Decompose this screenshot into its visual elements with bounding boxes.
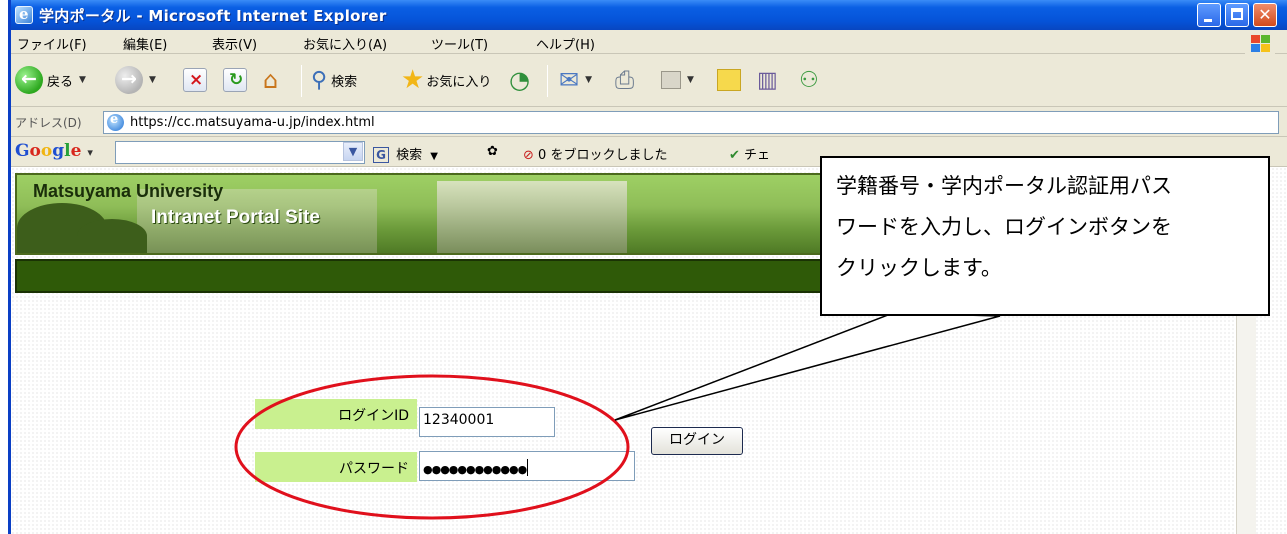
toolbar-separator: [301, 65, 302, 97]
favorites-button[interactable]: ★ お気に入り: [401, 65, 491, 95]
address-bar: アドレス(D) e https://cc.matsuyama-u.jp/inde…: [11, 108, 1287, 137]
stop-icon: ×: [183, 68, 207, 92]
address-url: https://cc.matsuyama-u.jp/index.html: [130, 115, 375, 130]
google-search-label: 検索: [396, 148, 423, 163]
history-icon: ◔: [509, 66, 530, 94]
menu-file[interactable]: ファイル(F): [17, 34, 87, 53]
star-icon: ★: [401, 65, 425, 95]
print-button[interactable]: ⎙: [615, 65, 634, 95]
address-label: アドレス(D): [15, 116, 82, 130]
discuss-button[interactable]: [717, 65, 741, 95]
menu-edit[interactable]: 編集(E): [123, 34, 167, 53]
standard-toolbar: 戻る ▼ ▼ × ↻ ⌂ ⚲ 検索 ★ お気に入り ◔ ✉ ▼ ⎙ ▼ ▥: [11, 55, 1287, 107]
spellcheck-label: チェ: [744, 148, 771, 163]
mail-icon: ✉: [559, 66, 580, 94]
google-search-button[interactable]: G 検索 ▼: [373, 144, 438, 163]
messenger-icon: ⚇: [799, 67, 819, 93]
search-label: 検索: [331, 74, 358, 90]
refresh-button[interactable]: ↻: [223, 65, 247, 95]
google-g-icon: G: [373, 147, 389, 163]
books-icon: ▥: [757, 67, 778, 93]
menu-bar: ファイル(F) 編集(E) 表示(V) お気に入り(A) ツール(T) ヘルプ(…: [11, 30, 1287, 54]
menu-help[interactable]: ヘルプ(H): [536, 34, 595, 53]
chevron-down-icon: ▼: [149, 75, 156, 85]
refresh-icon: ↻: [223, 68, 247, 92]
banner-students-photo: [437, 181, 627, 253]
home-button[interactable]: ⌂: [263, 65, 278, 95]
window-title: 学内ポータル - Microsoft Internet Explorer: [39, 7, 387, 25]
stop-button[interactable]: ×: [183, 65, 207, 95]
callout-line-2: ワードを入力し、ログインボタンを: [836, 215, 1172, 239]
windows-flag-icon: [1245, 32, 1275, 54]
callout-line-3: クリックします。: [836, 256, 1002, 280]
favorites-label: お気に入り: [426, 74, 492, 90]
popup-blocker-button[interactable]: ⊘ 0 をブロックしました: [523, 144, 667, 163]
home-icon: ⌂: [263, 66, 279, 94]
login-id-label: ログインID: [255, 399, 417, 429]
banner-subtitle: Intranet Portal Site: [151, 207, 320, 228]
chevron-down-icon: ▼: [687, 75, 694, 85]
banner-tree: [77, 219, 147, 253]
research-button[interactable]: ▥: [757, 65, 778, 95]
address-input[interactable]: e https://cc.matsuyama-u.jp/index.html: [103, 111, 1279, 134]
title-bar[interactable]: e 学内ポータル - Microsoft Internet Explorer ✕: [11, 0, 1287, 30]
messenger-button[interactable]: ⚇: [799, 65, 819, 95]
google-logo[interactable]: Google ▾: [15, 141, 93, 161]
password-label: パスワード: [255, 452, 417, 482]
google-search-dropdown[interactable]: ▼: [343, 142, 363, 161]
instruction-callout: 学籍番号・学内ポータル認証用パス ワードを入力し、ログインボタンを クリックしま…: [820, 156, 1270, 316]
ie-logo-icon: e: [15, 5, 33, 24]
maximize-button[interactable]: [1225, 3, 1249, 27]
login-id-input[interactable]: 12340001: [419, 407, 555, 437]
forward-button[interactable]: ▼: [115, 65, 156, 95]
toolbar-separator: [547, 65, 548, 97]
back-button[interactable]: 戻る ▼: [15, 65, 86, 95]
chevron-down-icon: ▼: [585, 75, 593, 85]
login-button[interactable]: ログイン: [651, 427, 743, 455]
password-input[interactable]: ●●●●●●●●●●●●: [419, 451, 635, 481]
spellcheck-icon: ✔: [729, 148, 740, 163]
back-arrow-icon: [15, 66, 43, 94]
pagerank-icon[interactable]: ✿: [487, 144, 498, 159]
edit-icon: [661, 71, 681, 89]
history-button[interactable]: ◔: [509, 65, 530, 95]
banner-title: Matsuyama University: [33, 181, 224, 201]
forward-arrow-icon: [115, 66, 143, 94]
ie-page-icon: e: [107, 112, 124, 131]
search-button[interactable]: ⚲ 検索: [311, 65, 357, 95]
spellcheck-button[interactable]: ✔ チェ: [729, 144, 770, 163]
callout-line-1: 学籍番号・学内ポータル認証用パス: [836, 174, 1172, 198]
printer-icon: ⎙: [615, 66, 635, 94]
text-caret: [527, 459, 529, 476]
mail-button[interactable]: ✉ ▼: [559, 65, 592, 95]
close-button[interactable]: ✕: [1253, 3, 1277, 27]
password-value: ●●●●●●●●●●●●: [423, 463, 527, 476]
minimize-button[interactable]: [1197, 3, 1221, 27]
search-icon: ⚲: [311, 67, 328, 93]
menu-tools[interactable]: ツール(T): [431, 34, 488, 53]
back-label: 戻る: [47, 74, 74, 90]
menu-favorites[interactable]: お気に入り(A): [303, 34, 387, 53]
edit-button[interactable]: ▼: [661, 65, 694, 95]
chevron-down-icon: ▼: [430, 151, 438, 162]
menu-view[interactable]: 表示(V): [212, 34, 257, 53]
popup-blocked-icon: ⊘: [523, 148, 534, 163]
google-search-input[interactable]: [115, 141, 365, 164]
note-icon: [717, 69, 741, 91]
chevron-down-icon: ▼: [79, 75, 86, 85]
popup-blocked-label: 0 をブロックしました: [538, 148, 668, 163]
